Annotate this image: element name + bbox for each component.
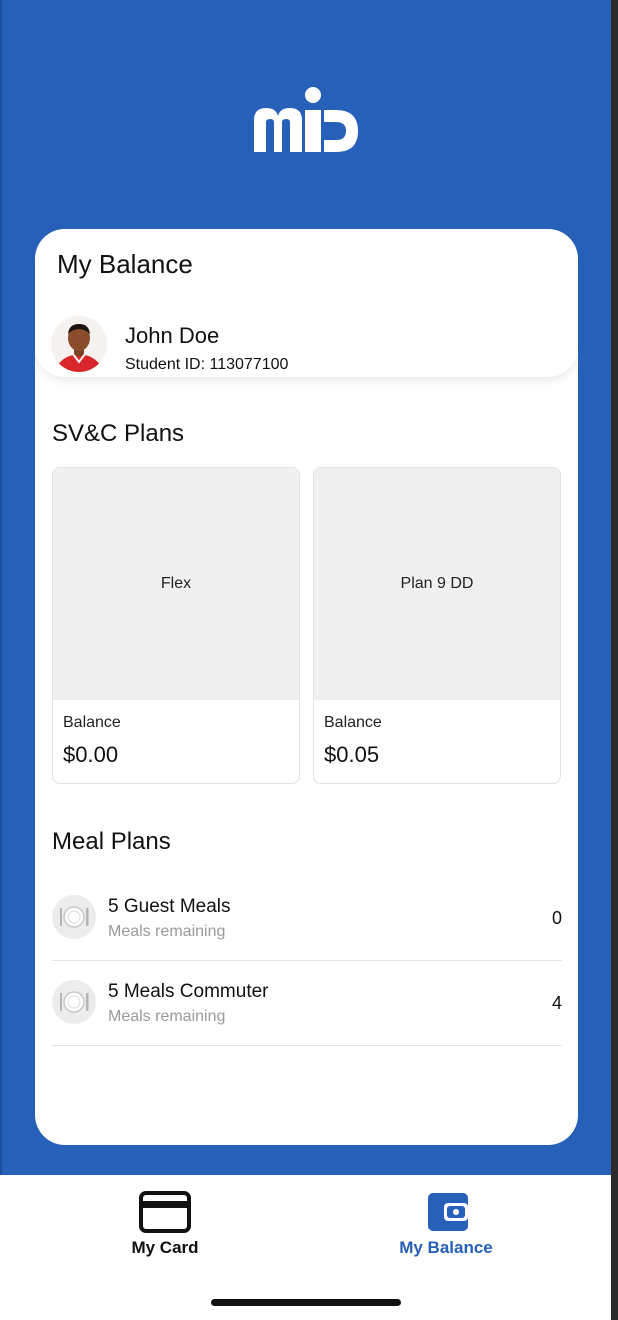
- sv-plans-title: SV&C Plans: [52, 420, 185, 447]
- wallet-icon: [420, 1191, 472, 1233]
- plan-balance-label: Balance: [324, 714, 382, 731]
- avatar: [51, 316, 107, 372]
- tab-my-card[interactable]: My Card: [65, 1175, 265, 1275]
- meal-plan-name: 5 Meals Commuter: [108, 981, 269, 1002]
- plan-name: Plan 9 DD: [400, 575, 474, 592]
- plan-name: Flex: [160, 575, 192, 592]
- screen-bezel: [611, 0, 618, 1320]
- meal-plans-title: Meal Plans: [52, 828, 171, 855]
- plan-card-plan-9-dd[interactable]: Plan 9 DD Balance $0.05: [313, 467, 561, 784]
- tab-label: My Balance: [399, 1238, 493, 1257]
- plate-cutlery-icon: [52, 980, 96, 1024]
- page-title: My Balance: [57, 249, 193, 279]
- meal-plan-subtitle: Meals remaining: [108, 1008, 226, 1025]
- screen-edge: [0, 0, 2, 1320]
- meal-count: 0: [551, 908, 562, 928]
- plan-balance-value: $0.00: [63, 742, 119, 767]
- home-indicator[interactable]: [211, 1299, 401, 1306]
- mid-logo-icon: [254, 87, 358, 152]
- credit-card-icon: [139, 1191, 191, 1233]
- meal-plan-name: 5 Guest Meals: [108, 896, 231, 917]
- plan-card-flex[interactable]: Flex Balance $0.00: [52, 467, 300, 784]
- app-logo: [252, 86, 362, 156]
- list-item[interactable]: 5 Guest Meals Meals remaining 0: [52, 876, 562, 961]
- plan-image: Flex: [53, 468, 299, 700]
- tab-label: My Card: [131, 1238, 199, 1257]
- balance-card: My Balance John Doe Student ID: 11307710…: [35, 229, 578, 1145]
- meal-plan-subtitle: Meals remaining: [108, 923, 226, 940]
- tab-my-balance[interactable]: My Balance: [346, 1175, 546, 1275]
- user-name: John Doe: [125, 323, 220, 348]
- student-id: Student ID: 113077100: [125, 356, 289, 373]
- list-item[interactable]: 5 Meals Commuter Meals remaining 4: [52, 961, 562, 1046]
- plan-balance-value: $0.05: [324, 742, 380, 767]
- plan-image: Plan 9 DD: [314, 468, 560, 700]
- profile-header: My Balance John Doe Student ID: 11307710…: [35, 229, 578, 377]
- user-avatar-icon: [51, 316, 107, 372]
- plate-cutlery-icon: [52, 895, 96, 939]
- meal-count: 4: [551, 993, 562, 1013]
- app-screen: My Balance John Doe Student ID: 11307710…: [0, 0, 611, 1320]
- plan-balance-label: Balance: [63, 714, 121, 731]
